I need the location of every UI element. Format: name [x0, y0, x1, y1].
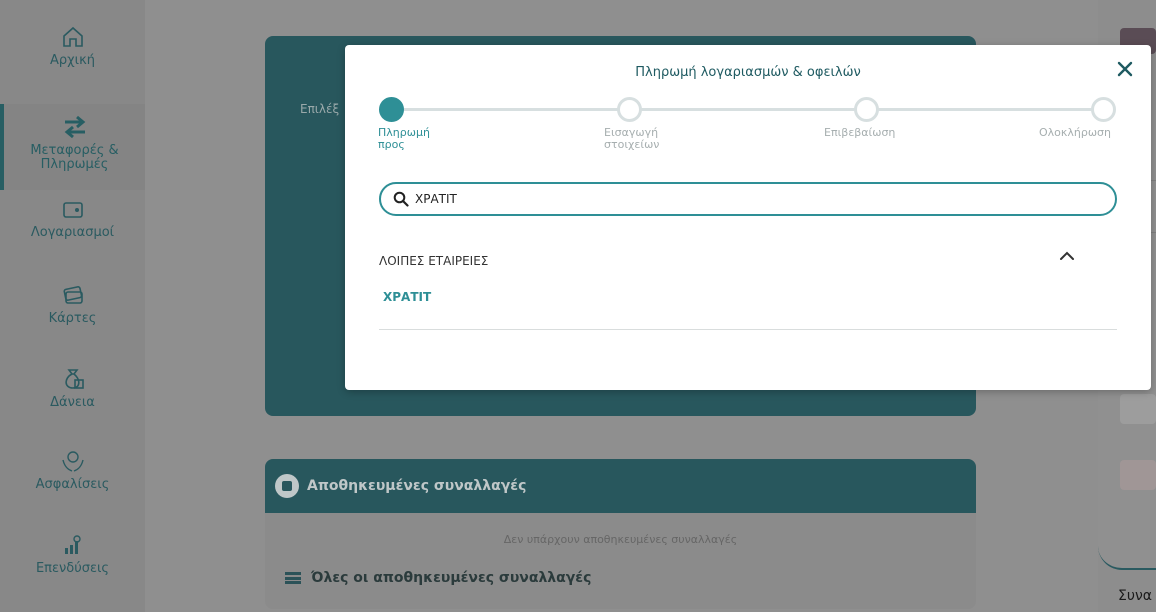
- search-icon: [393, 191, 409, 207]
- investments-icon: [64, 535, 81, 554]
- wallet-icon: [62, 202, 83, 218]
- cards-icon: [62, 286, 83, 304]
- step-3-label-line1: Επιβεβαίωση: [824, 126, 896, 139]
- step-2-label-line2: στοιχείων: [604, 138, 660, 151]
- results-group-title: ΛΟΙΠΕΣ ΕΤΑΙΡΕΙΕΣ: [379, 254, 489, 268]
- saved-transactions-empty: Δεν υπάρχουν αποθηκευμένες συναλλαγές: [503, 533, 738, 546]
- list-icon: [285, 572, 301, 584]
- sidebar: Αρχική Μεταφορές & Πληρωμές Λογαριασμοί …: [0, 0, 145, 612]
- sidebar-item-accounts[interactable]: Λογαριασμοί: [0, 196, 145, 240]
- sidebar-item-label: Επενδύσεις: [35, 561, 110, 576]
- all-saved-transactions-link[interactable]: Όλες οι αποθηκευμένες συναλλαγές: [265, 570, 976, 586]
- sidebar-item-label: Αρχική: [50, 53, 95, 68]
- right-column-label: Συνα: [1118, 588, 1152, 604]
- saved-transactions-panel: Αποθηκευμένες συναλλαγές Δεν υπάρχουν απ…: [265, 459, 976, 609]
- transfer-arrows-icon: [64, 115, 85, 139]
- results-divider: [379, 329, 1117, 330]
- step-2-dot: [617, 97, 642, 122]
- step-1-label: Πληρωμή προς: [378, 127, 430, 151]
- modal-title: Πληρωμή λογαριασμών & οφειλών: [635, 65, 861, 80]
- insurance-hands-icon: [61, 451, 84, 472]
- home-icon: [62, 26, 83, 47]
- step-3-dot: [854, 97, 879, 122]
- sidebar-item-loans[interactable]: Δάνεια: [0, 366, 145, 410]
- sidebar-item-label: Κάρτες: [48, 311, 97, 326]
- biller-search-box[interactable]: [379, 182, 1117, 216]
- save-disk-icon: [275, 474, 299, 498]
- step-3-label: Επιβεβαίωση: [824, 127, 895, 139]
- sidebar-item-cards[interactable]: Κάρτες: [0, 282, 145, 326]
- saved-transactions-header: Αποθηκευμένες συναλλαγές: [265, 459, 976, 513]
- close-icon[interactable]: [1115, 59, 1135, 79]
- step-1-label-line2: προς: [378, 138, 405, 151]
- sidebar-item-investments[interactable]: Επενδύσεις: [0, 532, 145, 576]
- search-input[interactable]: [415, 192, 1015, 206]
- step-4-label: Ολοκλήρωση: [1039, 127, 1111, 139]
- bill-payment-modal: Πληρωμή λογαριασμών & οφειλών Πληρωμή πρ…: [345, 45, 1151, 390]
- step-1-dot: [379, 97, 404, 122]
- step-4-label-line1: Ολοκλήρωση: [1039, 126, 1111, 139]
- chevron-up-icon[interactable]: [1057, 248, 1077, 264]
- step-2-label: Εισαγωγή στοιχείων: [604, 127, 659, 151]
- step-4-dot: [1091, 97, 1116, 122]
- sidebar-item-label: Λογαριασμοί: [30, 225, 115, 240]
- sidebar-item-label: Μεταφορές & Πληρωμές: [30, 143, 119, 172]
- all-saved-transactions-label: Όλες οι αποθηκευμένες συναλλαγές: [311, 570, 592, 586]
- biller-logo[interactable]: [1120, 394, 1156, 424]
- search-result-item[interactable]: ΧΡΑΤΙΤ: [383, 290, 431, 304]
- money-bag-icon: [64, 369, 84, 389]
- sidebar-item-home[interactable]: Αρχική: [0, 24, 145, 68]
- card-hint-text: Επιλέξ: [300, 102, 340, 116]
- saved-transactions-title: Αποθηκευμένες συναλλαγές: [307, 478, 527, 494]
- sidebar-item-label: Ασφαλίσεις: [35, 477, 110, 492]
- sidebar-item-transfers[interactable]: Μεταφορές & Πληρωμές: [0, 104, 145, 190]
- sidebar-item-insurance[interactable]: Ασφαλίσεις: [0, 448, 145, 492]
- sidebar-item-label: Δάνεια: [50, 395, 95, 410]
- biller-logo[interactable]: [1120, 460, 1156, 490]
- stepper-track: [392, 108, 1104, 111]
